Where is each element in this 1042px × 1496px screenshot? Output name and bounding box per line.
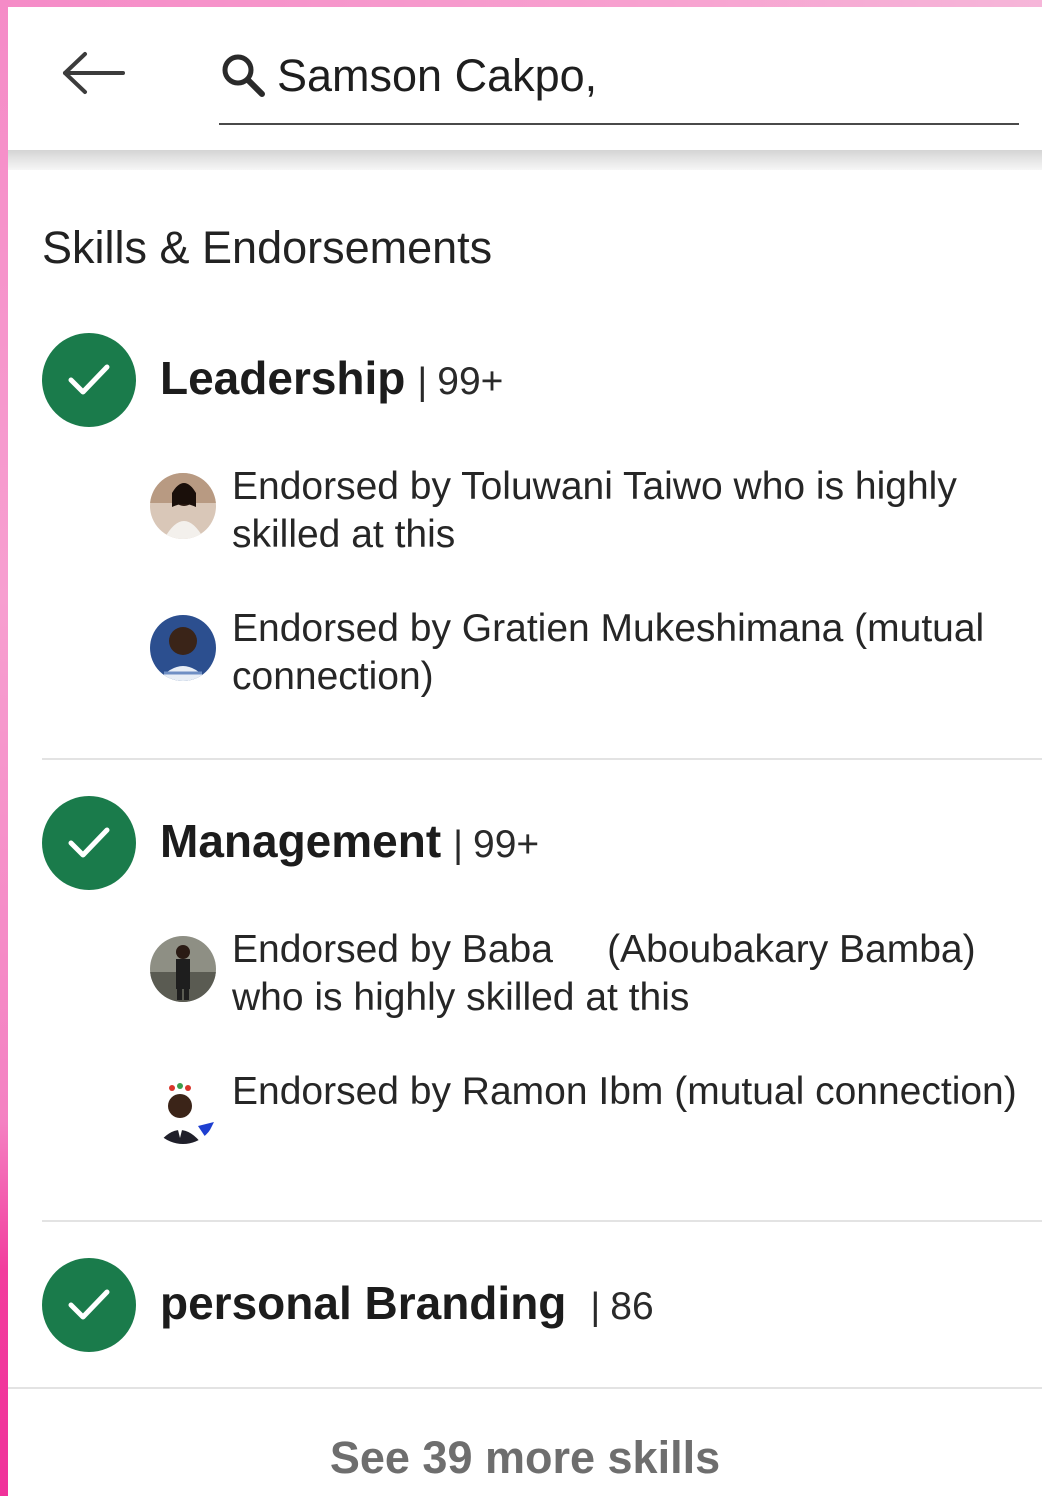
see-more-skills-button[interactable]: See 39 more skills <box>8 1418 1042 1496</box>
header-shadow <box>8 150 1042 170</box>
search-input[interactable] <box>277 43 997 109</box>
endorsement-count: 99+ <box>437 360 504 403</box>
skill-separator: | <box>453 824 464 866</box>
search-header <box>8 7 1042 152</box>
endorsement-text: Endorsed by Ramon Ibm (mutual connection… <box>232 1070 1017 1113</box>
endorsement-check-badge <box>42 796 136 890</box>
endorsement-check-badge <box>42 333 136 427</box>
endorsement-check-badge <box>42 1258 136 1352</box>
skill-item-personal-branding[interactable]: personal Branding | 86 <box>42 1258 1042 1358</box>
endorsement-text: Endorsed by Gratien Mukeshimana (mutual … <box>232 607 985 698</box>
endorsement-item[interactable]: Endorsed by Baba (Aboubakary Bamba) who … <box>150 926 1030 1026</box>
arrow-left-icon <box>63 52 125 94</box>
endorsement-item[interactable]: Endorsed by Toluwani Taiwo who is highly… <box>150 463 1030 563</box>
search-icon <box>222 54 265 97</box>
skill-name: Leadership <box>160 352 406 404</box>
skill-name: personal Branding <box>160 1277 567 1329</box>
skill-separator: | <box>417 361 428 403</box>
check-icon <box>68 827 110 858</box>
skill-header: personal Branding | 86 <box>160 1276 654 1330</box>
skill-separator: | <box>590 1286 601 1328</box>
check-icon <box>68 364 110 395</box>
avatar <box>150 1078 216 1144</box>
endorsement-count: 99+ <box>473 823 540 866</box>
skill-header: Management | 99+ <box>160 814 539 868</box>
section-title: Skills & Endorsements <box>42 222 493 273</box>
endorsement-item[interactable]: Endorsed by Ramon Ibm (mutual connection… <box>150 1068 1030 1168</box>
frame-left-edge <box>0 0 8 1496</box>
avatar <box>150 615 216 681</box>
avatar <box>150 473 216 539</box>
skill-name: Management <box>160 815 442 867</box>
back-button[interactable] <box>56 41 132 105</box>
check-icon <box>68 1289 110 1320</box>
endorsement-text: Endorsed by Baba (Aboubakary Bamba) who … <box>232 928 987 1019</box>
skill-divider <box>42 1220 1042 1222</box>
footer-divider <box>8 1387 1042 1389</box>
skill-header: Leadership | 99+ <box>160 351 503 405</box>
avatar <box>150 936 216 1002</box>
frame-top-edge <box>0 0 1042 7</box>
skill-item-management[interactable]: Management | 99+ Endorsed by Baba (Aboub… <box>42 796 1042 1176</box>
endorsement-text: Endorsed by Toluwani Taiwo who is highly… <box>232 465 957 556</box>
endorsement-count: 86 <box>610 1285 654 1328</box>
search-bar[interactable] <box>219 37 1019 125</box>
skill-item-leadership[interactable]: Leadership | 99+ Endorsed by Toluwani Ta… <box>42 333 1042 713</box>
skill-divider <box>42 758 1042 760</box>
endorsement-item[interactable]: Endorsed by Gratien Mukeshimana (mutual … <box>150 605 1030 705</box>
